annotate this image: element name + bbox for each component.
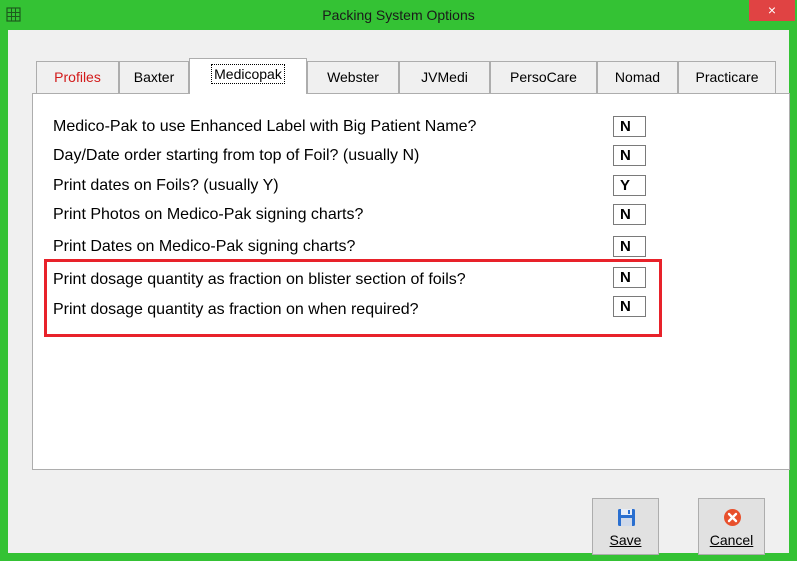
tab-label: Baxter <box>133 69 175 85</box>
save-icon <box>618 509 635 526</box>
option-label: Print dates on Foils? (usually Y) <box>53 177 279 194</box>
cancel-icon <box>724 509 741 526</box>
options-window: Packing System Options × Profiles Baxter… <box>0 0 797 561</box>
option-value-field[interactable]: N <box>613 204 646 225</box>
option-label: Day/Date order starting from top of Foil… <box>53 147 420 164</box>
save-text: Save <box>609 532 642 548</box>
tab-webster[interactable]: Webster <box>307 61 399 93</box>
tab-label: Medicopak <box>211 64 285 84</box>
cancel-label: Cancel <box>699 532 764 548</box>
window-title: Packing System Options <box>322 7 475 23</box>
tab-baxter[interactable]: Baxter <box>119 61 189 93</box>
option-value-field[interactable]: N <box>613 116 646 137</box>
tab-label: Practicare <box>695 69 759 85</box>
tab-label: Nomad <box>614 69 661 85</box>
option-label: Print Photos on Medico-Pak signing chart… <box>53 206 364 223</box>
tab-label: Profiles <box>54 69 101 85</box>
tab-label: JVMedi <box>421 69 468 85</box>
cancel-button[interactable]: Cancel <box>698 498 765 555</box>
tab-label: PersoCare <box>510 69 577 85</box>
option-label: Medico-Pak to use Enhanced Label with Bi… <box>53 118 477 135</box>
save-label: Save <box>593 532 658 548</box>
close-button[interactable]: × <box>749 0 795 21</box>
option-value-field[interactable]: N <box>613 236 646 257</box>
tab-jvmedi[interactable]: JVMedi <box>399 61 490 93</box>
cancel-text: Cancel <box>709 532 754 548</box>
tab-nomad[interactable]: Nomad <box>597 61 678 93</box>
save-button[interactable]: Save <box>592 498 659 555</box>
title-bar[interactable]: Packing System Options × <box>0 0 797 30</box>
tab-label: Webster <box>327 69 379 85</box>
option-value-field[interactable]: Y <box>613 175 646 196</box>
option-label: Print Dates on Medico-Pak signing charts… <box>53 238 356 255</box>
tab-profiles[interactable]: Profiles <box>36 61 119 93</box>
tab-medicopak[interactable]: Medicopak <box>189 58 307 94</box>
medicopak-panel: Medico-Pak to use Enhanced Label with Bi… <box>32 93 790 470</box>
close-icon: × <box>767 2 777 18</box>
highlight-annotation <box>44 259 662 337</box>
option-value-field[interactable]: N <box>613 145 646 166</box>
tab-persocare[interactable]: PersoCare <box>490 61 597 93</box>
tab-practicare[interactable]: Practicare <box>678 61 776 93</box>
